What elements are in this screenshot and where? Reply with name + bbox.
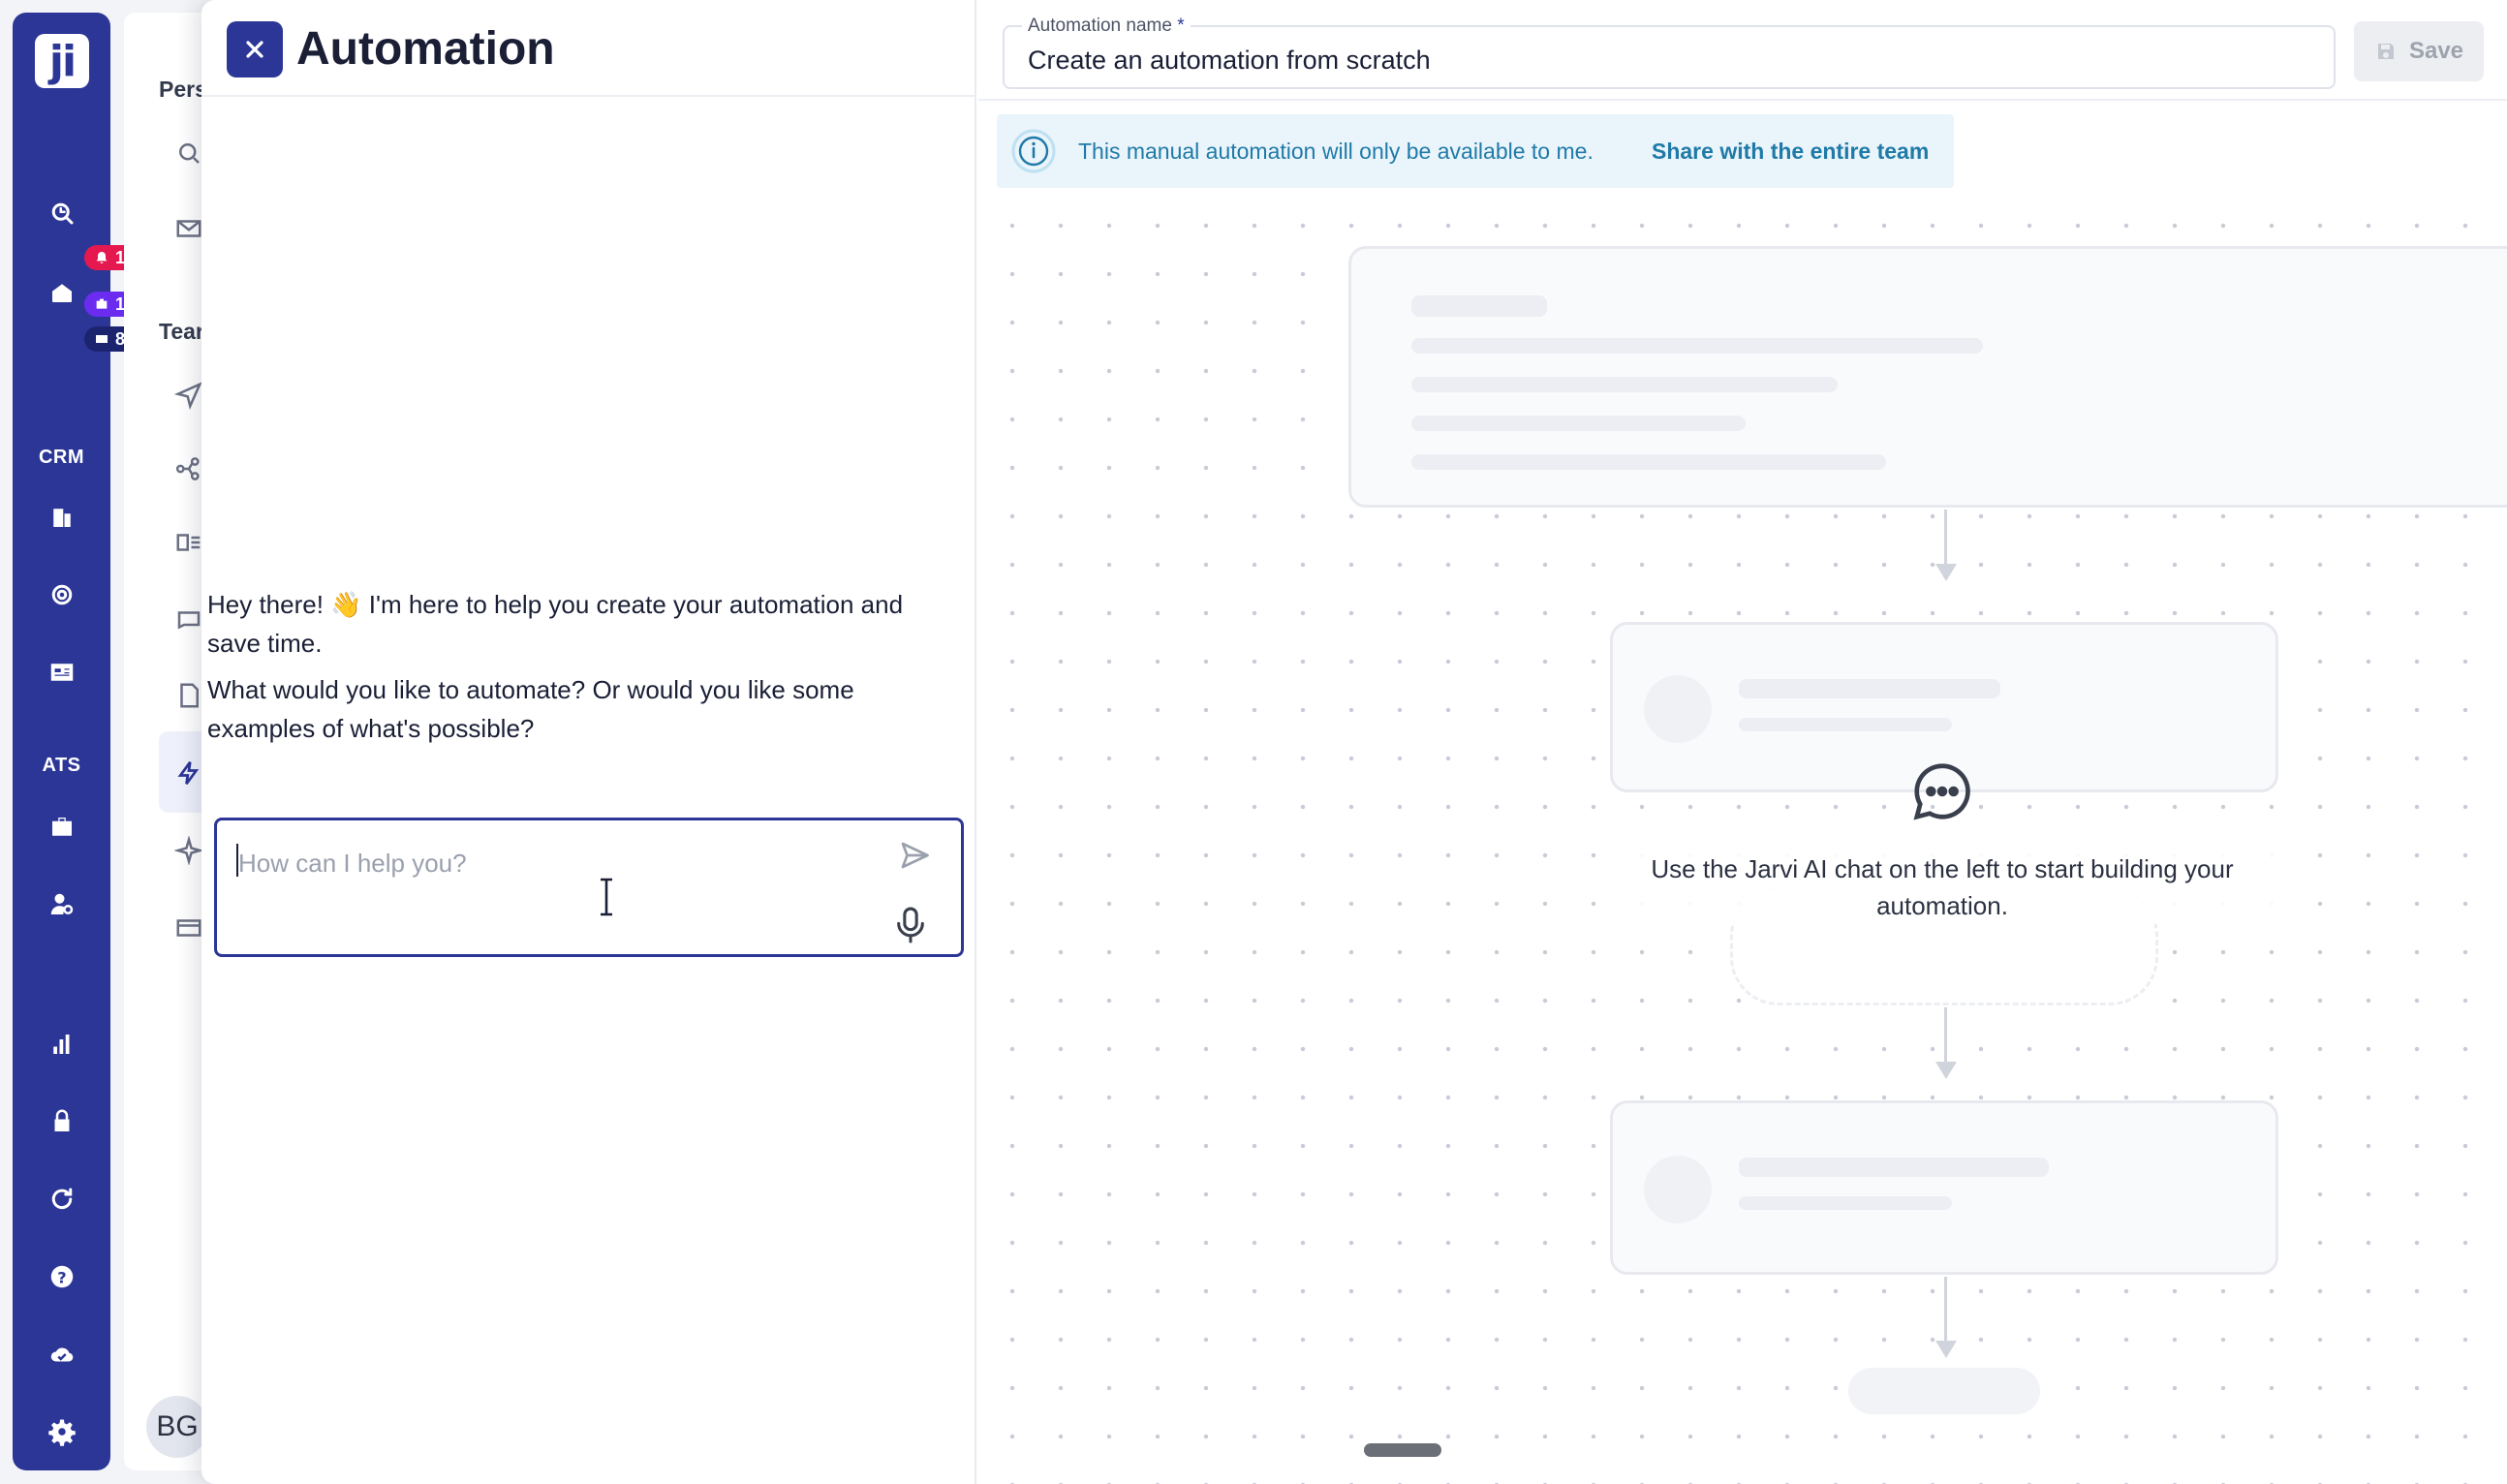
action-skeleton-card: [1610, 1100, 2278, 1275]
close-button[interactable]: [227, 21, 283, 77]
briefcase-icon: [96, 298, 108, 309]
settings-gear-icon[interactable]: [46, 1415, 78, 1448]
share-with-team-link[interactable]: Share with the entire team: [1652, 136, 1929, 167]
automation-modal: Automation Hey there! 👋 I'm here to help…: [201, 0, 2507, 1484]
svg-text:?: ?: [57, 1268, 66, 1286]
skeleton-line: [1739, 679, 2000, 698]
ats-section-label: ATS: [42, 755, 81, 776]
save-button[interactable]: Save: [2354, 21, 2484, 81]
flow-connector: [1944, 1007, 1947, 1066]
skeleton-line: [1411, 416, 1746, 431]
team-section-label: Tear: [159, 319, 204, 344]
chat-input[interactable]: [238, 840, 839, 886]
end-skeleton-pill: [1848, 1368, 2040, 1414]
skeleton-line: [1411, 338, 1983, 354]
flow-arrow: [1935, 1062, 1957, 1079]
automation-name-label: Automation name *: [1022, 15, 1191, 37]
automation-canvas[interactable]: Use the Jarvi AI chat on the left to sta…: [978, 190, 2507, 1484]
assistant-greeting-message: Hey there! 👋 I'm here to help you create…: [207, 590, 904, 658]
close-icon: [246, 41, 263, 58]
lock-icon[interactable]: [46, 1105, 78, 1138]
target-icon[interactable]: [46, 578, 78, 611]
canvas-hint-text: Use the Jarvi AI chat on the left to sta…: [1598, 850, 2286, 924]
flow-connector: [1944, 1277, 1947, 1345]
analytics-icon[interactable]: [46, 1028, 78, 1061]
refresh-icon[interactable]: [46, 1183, 78, 1216]
automation-name-field[interactable]: Automation name *: [1003, 15, 2336, 89]
save-button-label: Save: [2408, 38, 2464, 64]
building-icon[interactable]: [46, 501, 78, 534]
contact-card-icon[interactable]: [46, 656, 78, 689]
page-title: Automation: [296, 23, 555, 75]
microphone-icon[interactable]: [895, 906, 926, 944]
skeleton-line: [1739, 1196, 1952, 1210]
help-icon[interactable]: ?: [46, 1260, 78, 1293]
trigger-skeleton-card: [1348, 246, 2507, 508]
chat-dots-icon: [1913, 763, 1970, 820]
flow-arrow: [1935, 1341, 1957, 1358]
skeleton-avatar: [1644, 1156, 1712, 1223]
personal-section-label: Pers: [159, 77, 207, 102]
assistant-question-message: What would you like to automate? Or woul…: [207, 675, 854, 743]
jarvi-logo[interactable]: ji: [35, 34, 89, 88]
skeleton-line: [1739, 718, 1952, 731]
automation-builder-pane: Automation name * Save This manual autom…: [978, 0, 2507, 1484]
bell-icon: [96, 252, 108, 263]
candidate-search-icon[interactable]: [46, 888, 78, 921]
modal-header: Automation: [201, 0, 976, 97]
info-icon: [1011, 129, 1056, 173]
skeleton-avatar: [1644, 675, 1712, 743]
flow-arrow: [1935, 564, 1957, 581]
visibility-info-banner: This manual automation will only be avai…: [997, 114, 1954, 188]
inbox-icon[interactable]: [46, 276, 78, 309]
chat-composer[interactable]: [214, 818, 964, 957]
visibility-info-text: This manual automation will only be avai…: [1078, 139, 1594, 164]
skeleton-line: [1739, 1158, 2049, 1177]
ai-chat-pane: Automation Hey there! 👋 I'm here to help…: [201, 0, 976, 1484]
flow-connector: [1944, 510, 1947, 568]
envelope-icon: [96, 335, 108, 343]
user-avatar[interactable]: BG: [146, 1396, 208, 1458]
search-refresh-icon[interactable]: [46, 197, 78, 230]
send-icon[interactable]: [897, 838, 932, 873]
automation-name-input[interactable]: [1028, 41, 2287, 79]
canvas-scroll-handle[interactable]: [1364, 1443, 1441, 1457]
skeleton-line: [1411, 377, 1838, 392]
floppy-disk-icon: [2377, 44, 2394, 59]
skeleton-line: [1411, 454, 1886, 470]
text-cursor-icon: [601, 878, 612, 916]
skeleton-line: [1411, 295, 1547, 317]
crm-section-label: CRM: [38, 447, 85, 468]
cloud-check-icon[interactable]: [46, 1338, 78, 1371]
builder-header: Automation name * Save: [978, 0, 2507, 101]
briefcase-icon[interactable]: [46, 811, 78, 844]
main-nav-rail: ji 14 1 86 CRM ATS: [13, 13, 145, 1470]
